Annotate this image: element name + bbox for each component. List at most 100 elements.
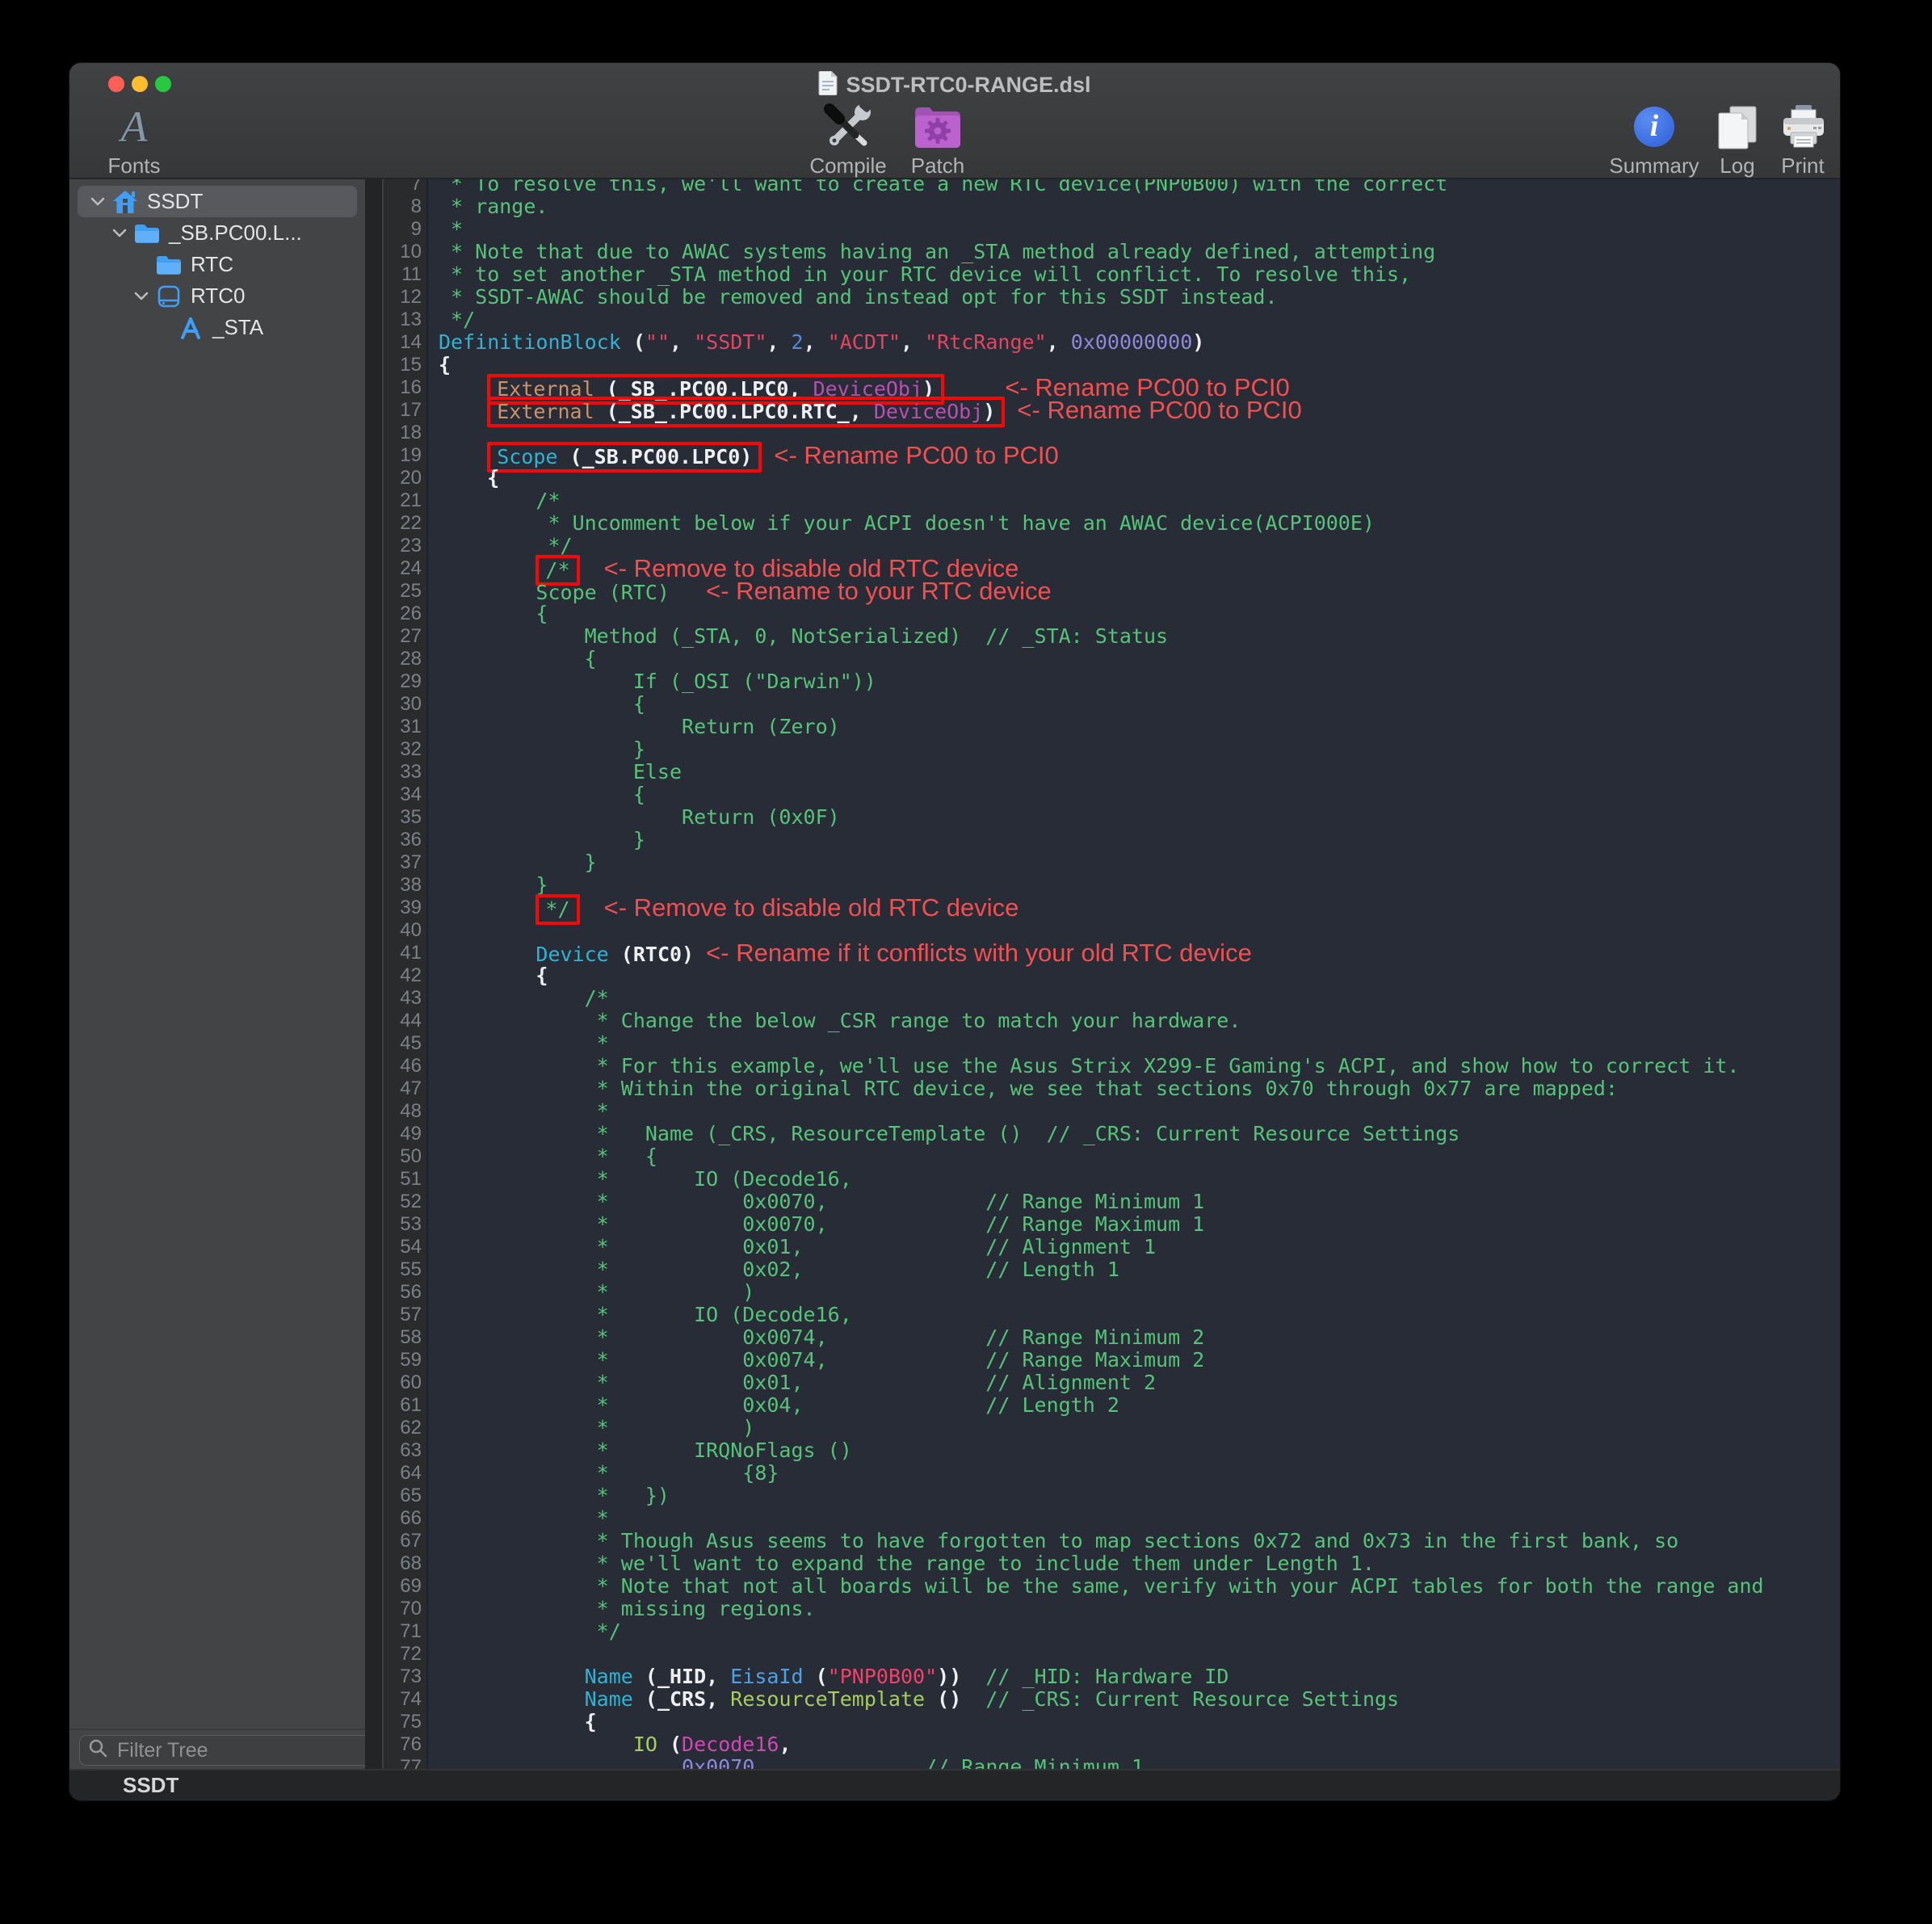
sidebar-item-sta[interactable]: _STA <box>78 312 357 343</box>
code-line[interactable]: 41 Device (RTC0) <- Rename if it conflic… <box>384 942 1840 964</box>
code-line[interactable]: 54 * 0x01, // Alignment 1 <box>384 1236 1840 1258</box>
code-line[interactable]: 65 * }) <box>384 1485 1840 1507</box>
code-line[interactable]: 66 * <box>384 1507 1840 1530</box>
code-line[interactable]: 28 { <box>384 648 1840 670</box>
code-line[interactable]: 21 /* <box>384 489 1840 512</box>
code-line[interactable]: 49 * Name (_CRS, ResourceTemplate () // … <box>384 1123 1840 1145</box>
code-line[interactable]: 72 <box>384 1643 1840 1666</box>
code-token <box>439 897 536 921</box>
print-button[interactable]: Print <box>1738 102 1840 179</box>
code-line[interactable]: 63 * IRQNoFlags () <box>384 1439 1840 1462</box>
line-number: 54 <box>384 1236 428 1258</box>
fonts-button[interactable]: A Fonts <box>69 102 199 179</box>
code-line[interactable]: 13 */ <box>384 309 1840 331</box>
code-line[interactable]: 37 } <box>384 851 1840 874</box>
code-line[interactable]: 22 * Uncomment below if your ACPI doesn'… <box>384 512 1840 535</box>
code-editor[interactable]: 7 * To resolve this, we'll want to creat… <box>384 179 1840 1771</box>
sidebar-item-sbpc00l[interactable]: _SB.PC00.L... <box>78 217 357 249</box>
code-line[interactable]: 30 { <box>384 693 1840 716</box>
code-line[interactable]: 58 * 0x0074, // Range Minimum 2 <box>384 1326 1840 1349</box>
code-line[interactable]: 19 Scope (_SB.PC00.LPC0) <- Rename PC00 … <box>384 444 1840 467</box>
sidebar-item-rtc0[interactable]: RTC0 <box>78 280 357 312</box>
code-line[interactable]: 48 * <box>384 1100 1840 1123</box>
patch-button[interactable]: Patch <box>873 102 1002 179</box>
code-line[interactable]: 35 Return (0x0F) <box>384 806 1840 829</box>
code-line[interactable]: 23 */ <box>384 535 1840 557</box>
code-line[interactable]: 70 * missing regions. <box>384 1598 1840 1620</box>
code-token: { <box>439 1710 597 1733</box>
code-line[interactable]: 75 { <box>384 1711 1840 1733</box>
line-number: 61 <box>384 1394 428 1417</box>
code-line[interactable]: 33 Else <box>384 761 1840 783</box>
code-line[interactable]: 74 Name (_CRS, ResourceTemplate () // _C… <box>384 1688 1840 1711</box>
code-line[interactable]: 14DefinitionBlock ("", "SSDT", 2, "ACDT"… <box>384 331 1840 354</box>
code-line[interactable]: 67 * Though Asus seems to have forgotten… <box>384 1530 1840 1552</box>
code-token: Else <box>439 760 682 783</box>
code-line[interactable]: 26 { <box>384 603 1840 625</box>
filter-field[interactable] <box>79 1735 388 1766</box>
code-line[interactable]: 56 * ) <box>384 1281 1840 1304</box>
code-line[interactable]: 27 Method (_STA, 0, NotSerialized) // _S… <box>384 625 1840 648</box>
code-line[interactable]: 42 { <box>384 964 1840 987</box>
code-line[interactable]: 44 * Change the below _CSR range to matc… <box>384 1010 1840 1032</box>
chevron-down-icon[interactable] <box>106 228 133 239</box>
code-line[interactable]: 73 Name (_HID, EisaId ("PNP0B00")) // _H… <box>384 1666 1840 1688</box>
code-line[interactable]: 62 * ) <box>384 1417 1840 1439</box>
code-line[interactable]: 45 * <box>384 1032 1840 1055</box>
code-line[interactable]: 55 * 0x02, // Length 1 <box>384 1258 1840 1281</box>
chevron-down-icon[interactable] <box>84 196 111 208</box>
line-number: 22 <box>384 512 428 535</box>
line-number: 32 <box>384 738 428 761</box>
code-line[interactable]: 46 * For this example, we'll use the Asu… <box>384 1055 1840 1078</box>
code-line[interactable]: 17 External (_SB_.PC00.LPC0.RTC_, Device… <box>384 399 1840 422</box>
code-line[interactable]: 69 * Note that not all boards will be th… <box>384 1575 1840 1598</box>
code-content: Name (_CRS, ResourceTemplate () // _CRS:… <box>428 1688 1399 1711</box>
code-line[interactable]: 8 * range. <box>384 195 1840 218</box>
code-token: )) <box>937 1665 961 1688</box>
code-content: * 0x04, // Length 2 <box>428 1394 1119 1417</box>
code-line[interactable]: 31 Return (Zero) <box>384 716 1840 738</box>
code-line[interactable]: 34 { <box>384 783 1840 806</box>
code-line[interactable]: 29 If (_OSI ("Darwin")) <box>384 670 1840 693</box>
code-line[interactable]: 68 * we'll want to expand the range to i… <box>384 1552 1840 1575</box>
inline-annotation: <- Rename PC00 to PCI0 <box>774 441 1058 469</box>
code-line[interactable]: 47 * Within the original RTC device, we … <box>384 1078 1840 1100</box>
code-token: * IRQNoFlags () <box>439 1439 852 1462</box>
code-line[interactable]: 11 * to set another _STA method in your … <box>384 263 1840 286</box>
code-line[interactable]: 7 * To resolve this, we'll want to creat… <box>384 179 1840 195</box>
code-content: } <box>428 829 645 851</box>
pane-splitter[interactable] <box>365 179 384 1771</box>
acpi-tree: SSDT_SB.PC00.L...RTCRTC0_STA <box>69 179 365 1729</box>
code-line[interactable]: 38 } <box>384 874 1840 897</box>
code-token: } <box>439 828 645 851</box>
sidebar-item-rtc[interactable]: RTC <box>78 249 357 280</box>
code-line[interactable]: 61 * 0x04, // Length 2 <box>384 1394 1840 1417</box>
line-number: 31 <box>384 716 428 738</box>
line-number: 51 <box>384 1168 428 1191</box>
code-line[interactable]: 43 /* <box>384 987 1840 1010</box>
code-line[interactable]: 53 * 0x0070, // Range Maximum 1 <box>384 1213 1840 1236</box>
filter-tree-input[interactable] <box>116 1738 379 1763</box>
code-line[interactable]: 36 } <box>384 829 1840 851</box>
code-line[interactable]: 59 * 0x0074, // Range Maximum 2 <box>384 1349 1840 1372</box>
sidebar-item-ssdt[interactable]: SSDT <box>78 186 357 217</box>
code-line[interactable]: 10 * Note that due to AWAC systems havin… <box>384 241 1840 263</box>
code-line[interactable]: 71 */ <box>384 1620 1840 1643</box>
code-line[interactable]: 64 * {8} <box>384 1462 1840 1485</box>
code-line[interactable]: 39 */ <- Remove to disable old RTC devic… <box>384 897 1840 919</box>
code-line[interactable]: 76 IO (Decode16, <box>384 1733 1840 1756</box>
code-line[interactable]: 51 * IO (Decode16, <box>384 1168 1840 1191</box>
code-line[interactable]: 60 * 0x01, // Alignment 2 <box>384 1372 1840 1394</box>
code-line[interactable]: 57 * IO (Decode16, <box>384 1304 1840 1326</box>
code-line[interactable]: 24 /* <- Remove to disable old RTC devic… <box>384 557 1840 580</box>
code-line[interactable]: 52 * 0x0070, // Range Minimum 1 <box>384 1191 1840 1213</box>
code-line[interactable]: 50 * { <box>384 1145 1840 1168</box>
code-line[interactable]: 32 } <box>384 738 1840 761</box>
code-token <box>439 1687 585 1711</box>
code-token: ( <box>657 1733 682 1756</box>
code-line[interactable]: 25 Scope (RTC) <- Rename to your RTC dev… <box>384 580 1840 603</box>
code-line[interactable]: 12 * SSDT-AWAC should be removed and ins… <box>384 286 1840 309</box>
code-line[interactable]: 9 * <box>384 218 1840 241</box>
main-content: SSDT_SB.PC00.L...RTCRTC0_STA 7 * To reso… <box>69 179 1840 1771</box>
chevron-down-icon[interactable] <box>128 291 155 302</box>
